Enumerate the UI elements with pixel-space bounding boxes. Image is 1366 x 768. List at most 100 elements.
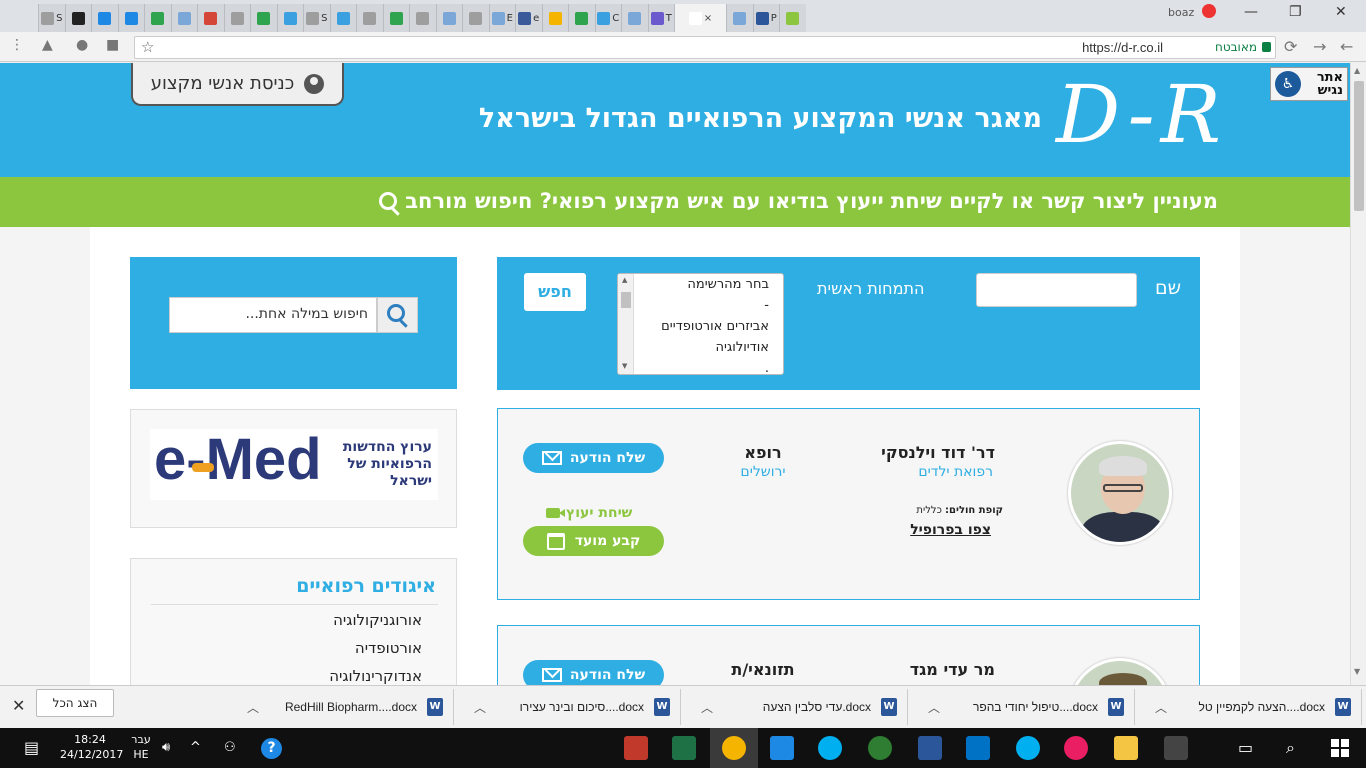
- browser-tab[interactable]: [170, 4, 197, 32]
- specialty-option[interactable]: אודיולוגיה: [618, 337, 783, 358]
- start-button[interactable]: [1331, 739, 1349, 757]
- excel-app-icon[interactable]: [672, 736, 696, 760]
- menu-icon[interactable]: ⋮: [10, 37, 24, 53]
- chevron-up-icon[interactable]: ︿: [474, 699, 486, 716]
- advanced-search-banner[interactable]: מעוניין ליצור קשר או לקיים שיחת ייעוץ בו…: [0, 177, 1350, 227]
- association-link[interactable]: אורטופדיה: [355, 639, 422, 657]
- skype-business-app-icon[interactable]: [1016, 736, 1040, 760]
- word-app-icon[interactable]: [918, 736, 942, 760]
- chevron-up-icon[interactable]: ︿: [928, 699, 940, 716]
- language-indicator[interactable]: עבר HE: [126, 732, 156, 762]
- browser-tab[interactable]: [779, 4, 806, 32]
- reload-icon[interactable]: ⟳: [1284, 37, 1297, 56]
- view-profile-link[interactable]: צפו בפרופיל: [910, 522, 991, 538]
- browser-tab[interactable]: [117, 4, 144, 32]
- download-item[interactable]: ︿ הצעה לקמפיין טל....docx W: [1137, 689, 1362, 725]
- browser-tab[interactable]: ×: [674, 4, 726, 32]
- scroll-thumb[interactable]: [621, 292, 631, 308]
- lock-icon[interactable]: [1262, 42, 1271, 52]
- download-item[interactable]: ︿ טיפול יחודי בהפר....docx W: [910, 689, 1135, 725]
- minimize-button[interactable]: —: [1244, 4, 1258, 20]
- browser-tab[interactable]: [91, 4, 118, 32]
- chevron-up-icon[interactable]: ︿: [701, 699, 713, 716]
- search-icon[interactable]: ⌕: [1286, 738, 1295, 758]
- browser-tab[interactable]: [382, 4, 409, 32]
- acrobat-app-icon[interactable]: [624, 736, 648, 760]
- browser-tab[interactable]: [435, 4, 462, 32]
- restore-button[interactable]: ❐: [1289, 4, 1302, 20]
- notifications-icon[interactable]: ▤: [24, 738, 39, 757]
- association-link[interactable]: אנדוקרינולוגיה: [329, 667, 422, 685]
- people-icon[interactable]: ⚇: [224, 740, 236, 755]
- app-icon[interactable]: [868, 736, 892, 760]
- scroll-down-arrow[interactable]: ▼: [1354, 667, 1360, 676]
- show-hidden-icons-icon[interactable]: ^: [190, 740, 201, 755]
- browser-tab[interactable]: [409, 4, 436, 32]
- professional-login-button[interactable]: כניסת אנשי מקצוע: [131, 63, 344, 106]
- browser-tab[interactable]: S: [303, 4, 330, 32]
- browser-tab[interactable]: [250, 4, 277, 32]
- doctor-photo[interactable]: [1068, 658, 1172, 685]
- doctor-name[interactable]: דר' דוד וילנסקי: [881, 443, 995, 462]
- send-message-button[interactable]: שלח הודעה: [523, 443, 664, 473]
- scroll-down-arrow[interactable]: ▼: [622, 362, 627, 370]
- browser-tab[interactable]: [329, 4, 356, 32]
- browser-tab[interactable]: [144, 4, 171, 32]
- browser-tab[interactable]: [621, 4, 648, 32]
- site-logo[interactable]: D-R: [1056, 75, 1227, 155]
- task-view-icon[interactable]: ▭: [1238, 738, 1253, 757]
- extension-square-icon[interactable]: ■: [106, 37, 119, 53]
- help-icon[interactable]: ?: [261, 738, 282, 759]
- itunes-app-icon[interactable]: [1064, 736, 1088, 760]
- browser-tab[interactable]: e: [515, 4, 542, 32]
- file-explorer-app-icon[interactable]: [1114, 736, 1138, 760]
- page-scroll-thumb[interactable]: [1354, 81, 1364, 211]
- back-icon[interactable]: ←: [1340, 37, 1353, 56]
- keyword-search-input[interactable]: חיפוש במילה אחת...: [169, 297, 377, 333]
- browser-tab[interactable]: P: [752, 4, 779, 32]
- specialty-select[interactable]: בחר מהרשימה - אביזרים אורטופדיים אודיולוגיה…: [617, 273, 784, 375]
- browser-tab[interactable]: [568, 4, 595, 32]
- browser-tab[interactable]: [223, 4, 250, 32]
- emed-banner[interactable]: e-Med ערוץ החדשות הרפואיות של ישראל: [150, 429, 438, 500]
- browser-tab[interactable]: T: [647, 4, 674, 32]
- doctor-name[interactable]: מר עדי מגד: [910, 660, 995, 679]
- omnibox[interactable]: ☆ https://d-r.co.il מאובטח: [134, 36, 1276, 59]
- doctor-photo[interactable]: [1068, 441, 1172, 545]
- advanced-search-link[interactable]: מעוניין ליצור קשר או לקיים שיחת ייעוץ בו…: [379, 189, 1218, 213]
- outlook-app-icon[interactable]: [966, 736, 990, 760]
- name-input[interactable]: [976, 273, 1137, 307]
- browser-tab[interactable]: [197, 4, 224, 32]
- book-appointment-button[interactable]: קבע מועד: [523, 526, 664, 556]
- download-item[interactable]: ︿ עדי סלבין הצעה.docx W: [683, 689, 908, 725]
- page-scrollbar[interactable]: ▲ ▼: [1350, 63, 1366, 685]
- specialty-option[interactable]: בחר מהרשימה: [618, 274, 783, 295]
- taskbar-clock[interactable]: 18:24 24/12/2017: [60, 732, 123, 762]
- specialty-option[interactable]: .: [618, 358, 783, 374]
- store-app-icon[interactable]: [1164, 736, 1188, 760]
- browser-tab[interactable]: C: [594, 4, 621, 32]
- profile-name[interactable]: boaz: [1168, 6, 1194, 19]
- browser-tab[interactable]: [64, 4, 91, 32]
- ie-app-icon[interactable]: [770, 736, 794, 760]
- chevron-up-icon[interactable]: ︿: [247, 699, 259, 716]
- volume-icon[interactable]: 🔊︎: [162, 740, 170, 755]
- forward-icon[interactable]: →: [1313, 37, 1326, 56]
- extension-drive-icon[interactable]: ▲: [42, 37, 53, 53]
- browser-tab[interactable]: S: [38, 4, 65, 32]
- browser-tab[interactable]: [726, 4, 753, 32]
- browser-tab[interactable]: [541, 4, 568, 32]
- keyword-search-button[interactable]: [377, 297, 418, 333]
- send-message-button[interactable]: שלח הודעה: [523, 660, 664, 685]
- browser-tab[interactable]: [462, 4, 489, 32]
- skype-app-icon[interactable]: [818, 736, 842, 760]
- bookmark-star-icon[interactable]: ☆: [141, 38, 154, 56]
- show-all-downloads-button[interactable]: הצג הכל: [36, 689, 114, 717]
- chevron-up-icon[interactable]: ︿: [1155, 699, 1167, 716]
- extension-icon[interactable]: ●: [76, 37, 88, 53]
- scroll-up-arrow[interactable]: ▲: [1354, 66, 1360, 75]
- download-item[interactable]: ︿ RedHill Biopharm....docx W: [229, 689, 454, 725]
- profile-icon[interactable]: [1202, 4, 1216, 18]
- close-download-shelf-icon[interactable]: ✕: [12, 696, 25, 715]
- browser-tab[interactable]: E: [488, 4, 515, 32]
